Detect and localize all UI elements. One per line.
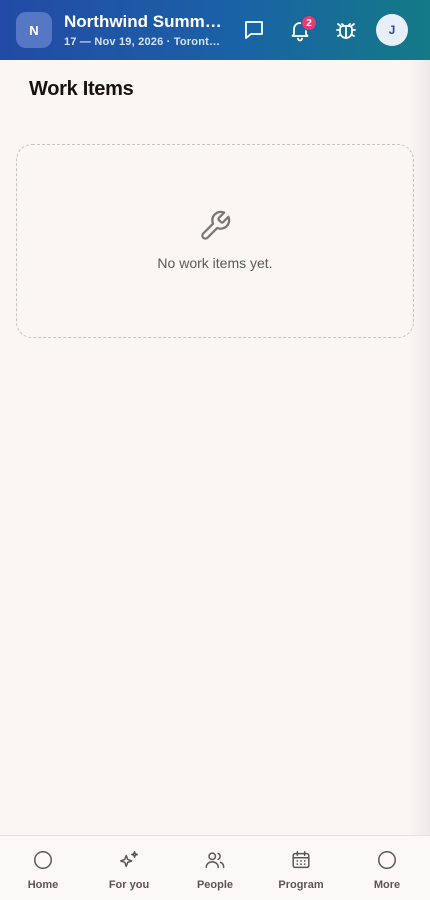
page-title: Work Items <box>29 78 134 100</box>
bottom-nav: Home For you People Program More <box>0 835 430 900</box>
wrench-icon <box>201 210 231 240</box>
calendar-icon <box>292 851 310 869</box>
nav-label-people: People <box>196 879 234 891</box>
event-title: Northwind Summit 2026 <box>64 12 224 31</box>
nav-item-more[interactable]: More <box>344 836 430 900</box>
empty-state-card: No work items yet. <box>16 144 414 338</box>
more-icon <box>378 851 396 869</box>
org-badge[interactable]: N <box>16 12 52 48</box>
user-avatar[interactable]: J <box>376 14 408 46</box>
sparkles-icon <box>120 851 138 868</box>
empty-state-message: No work items yet. <box>157 255 273 271</box>
notification-badge: 2 <box>301 15 317 31</box>
report-bug-button[interactable] <box>330 14 362 46</box>
nav-item-people[interactable]: People <box>172 836 258 900</box>
nav-label-more: More <box>373 879 401 891</box>
event-info[interactable]: Northwind Summit 2026 17 — Nov 19, 2026 … <box>64 12 224 49</box>
nav-label-program: Program <box>278 879 324 891</box>
nav-label-home: Home <box>27 879 59 891</box>
home-icon <box>34 851 52 869</box>
messages-button[interactable] <box>238 14 270 46</box>
app-header: N Northwind Summit 2026 17 — Nov 19, 202… <box>0 0 430 60</box>
nav-item-program[interactable]: Program <box>258 836 344 900</box>
notifications-button[interactable]: 2 <box>284 14 317 46</box>
bug-icon <box>336 23 356 39</box>
chat-icon <box>245 21 263 39</box>
event-subtitle: 17 — Nov 19, 2026 · Toronto, ON <box>64 36 224 48</box>
nav-item-home[interactable]: Home <box>0 836 86 900</box>
people-icon <box>205 852 225 869</box>
nav-item-for-you[interactable]: For you <box>86 836 172 900</box>
nav-label-for-you: For you <box>108 879 150 891</box>
